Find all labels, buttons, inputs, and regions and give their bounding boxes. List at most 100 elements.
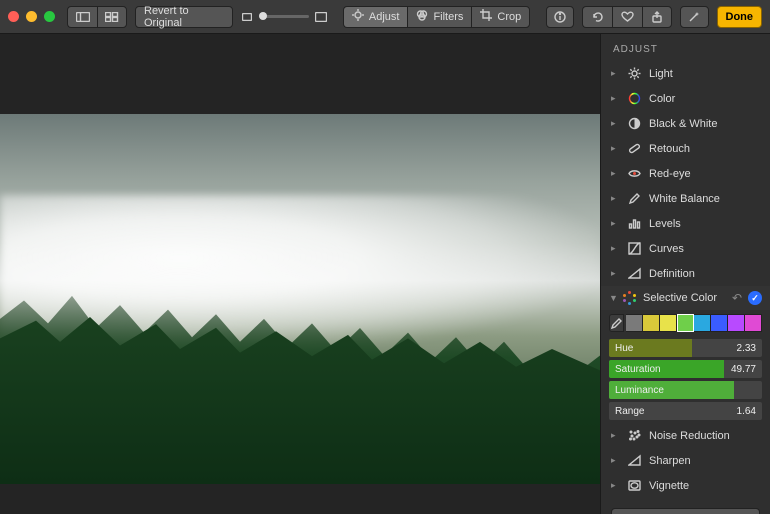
- disclosure-icon: ▸: [611, 193, 619, 204]
- slider-value: 49.77: [731, 364, 756, 375]
- row-levels[interactable]: ▸ Levels: [601, 211, 770, 236]
- swatch-5[interactable]: [711, 314, 728, 332]
- tab-filters[interactable]: Filters: [407, 6, 471, 28]
- tab-adjust-label: Adjust: [369, 11, 400, 23]
- disclosure-icon: ▸: [611, 430, 619, 441]
- slider-range[interactable]: Range 1.64: [609, 402, 762, 420]
- row-label: Black & White: [649, 118, 717, 130]
- row-label: Sharpen: [649, 455, 691, 467]
- enabled-toggle[interactable]: ✓: [748, 291, 762, 305]
- hide-sidebar-button[interactable]: [67, 6, 97, 28]
- slider-label: Hue: [609, 343, 633, 354]
- share-button[interactable]: [642, 6, 672, 28]
- row-label: White Balance: [649, 193, 720, 205]
- eyedrop-icon: [627, 192, 641, 205]
- app-window: Revert to Original Adjust Filters: [0, 0, 770, 514]
- eye-icon: [627, 167, 641, 180]
- disclosure-icon: ▸: [611, 118, 619, 129]
- slider-luminance[interactable]: Luminance: [609, 381, 762, 399]
- selective-color-label: Selective Color: [643, 292, 726, 304]
- filters-icon: [416, 9, 428, 24]
- info-button[interactable]: [546, 6, 574, 28]
- row-curves[interactable]: ▸ Curves: [601, 236, 770, 261]
- disclosure-icon: ▸: [611, 480, 619, 491]
- row-label: Curves: [649, 243, 684, 255]
- disclosure-icon: ▼: [609, 293, 617, 303]
- zoom-slider[interactable]: [241, 12, 327, 22]
- row-label: Light: [649, 68, 673, 80]
- row-color[interactable]: ▸ Color: [601, 86, 770, 111]
- halfcircle-icon: [627, 117, 641, 130]
- crop-icon: [480, 9, 492, 24]
- row-red-eye[interactable]: ▸ Red-eye: [601, 161, 770, 186]
- slider-value: 2.33: [737, 343, 756, 354]
- zoom-in-icon: [315, 12, 327, 22]
- levels-icon: [627, 217, 641, 230]
- row-vignette[interactable]: ▸ Vignette: [601, 473, 770, 498]
- disclosure-icon: ▸: [611, 218, 619, 229]
- slider-label: Saturation: [609, 364, 661, 375]
- eyedropper-button[interactable]: [609, 314, 624, 332]
- canvas-area[interactable]: [0, 34, 600, 514]
- color-ring-icon: [627, 92, 641, 105]
- row-noise-reduction[interactable]: ▸ Noise Reduction: [601, 423, 770, 448]
- row-black-white[interactable]: ▸ Black & White: [601, 111, 770, 136]
- undo-icon[interactable]: ↶: [732, 291, 742, 305]
- swatch-2[interactable]: [660, 314, 677, 332]
- row-label: Red-eye: [649, 168, 691, 180]
- revert-button[interactable]: Revert to Original: [135, 6, 233, 28]
- slider-label: Range: [609, 406, 644, 417]
- swatch-7[interactable]: [745, 314, 762, 332]
- swatch-1[interactable]: [643, 314, 660, 332]
- triangle-icon: [627, 454, 641, 467]
- reset-adjustments-button[interactable]: Reset Adjustments: [611, 508, 760, 514]
- row-sharpen[interactable]: ▸ Sharpen: [601, 448, 770, 473]
- tab-crop-label: Crop: [497, 11, 521, 23]
- zoom-window[interactable]: [44, 11, 55, 22]
- swatch-0[interactable]: [626, 314, 643, 332]
- row-light[interactable]: ▸ Light: [601, 61, 770, 86]
- tab-filters-label: Filters: [433, 11, 463, 23]
- row-label: Vignette: [649, 480, 689, 492]
- row-retouch[interactable]: ▸ Retouch: [601, 136, 770, 161]
- swatch-6[interactable]: [728, 314, 745, 332]
- editor-body: ADJUST ▸ Light▸ Color▸ Black & White▸ Re…: [0, 34, 770, 514]
- selective-color-icon: [623, 291, 637, 305]
- adjust-icon: [352, 9, 364, 24]
- slider-hue[interactable]: Hue 2.33: [609, 339, 762, 357]
- sidebar-header: ADJUST: [601, 34, 770, 61]
- slider-saturation[interactable]: Saturation 49.77: [609, 360, 762, 378]
- photo-preview: [0, 114, 600, 484]
- tab-crop[interactable]: Crop: [471, 6, 530, 28]
- vignette-icon: [627, 479, 641, 492]
- row-definition[interactable]: ▸ Definition: [601, 261, 770, 286]
- disclosure-icon: ▸: [611, 93, 619, 104]
- tab-adjust[interactable]: Adjust: [343, 6, 408, 28]
- sun-icon: [627, 67, 641, 80]
- row-label: Retouch: [649, 143, 690, 155]
- edit-mode-tabs: Adjust Filters Crop: [343, 6, 530, 28]
- disclosure-icon: ▸: [611, 268, 619, 279]
- adjust-sidebar: ADJUST ▸ Light▸ Color▸ Black & White▸ Re…: [600, 34, 770, 514]
- done-button[interactable]: Done: [717, 6, 763, 28]
- disclosure-icon: ▸: [611, 455, 619, 466]
- swatch-4[interactable]: [694, 314, 711, 332]
- thumbnails-button[interactable]: [97, 6, 127, 28]
- favorite-button[interactable]: [612, 6, 642, 28]
- close-window[interactable]: [8, 11, 19, 22]
- disclosure-icon: ▸: [611, 168, 619, 179]
- bandaid-icon: [627, 142, 641, 155]
- autoenhance-button[interactable]: [680, 6, 708, 28]
- row-selective-color[interactable]: ▼ Selective Color ↶ ✓: [601, 286, 770, 310]
- row-label: Levels: [649, 218, 681, 230]
- window-controls: [8, 11, 55, 22]
- zoom-out-icon: [241, 12, 253, 22]
- swatch-3[interactable]: [677, 314, 694, 332]
- disclosure-icon: ▸: [611, 143, 619, 154]
- rotate-button[interactable]: [582, 6, 612, 28]
- row-white-balance[interactable]: ▸ White Balance: [601, 186, 770, 211]
- slider-label: Luminance: [609, 385, 664, 396]
- minimize-window[interactable]: [26, 11, 37, 22]
- slider-value: 1.64: [737, 406, 756, 417]
- curves-icon: [627, 242, 641, 255]
